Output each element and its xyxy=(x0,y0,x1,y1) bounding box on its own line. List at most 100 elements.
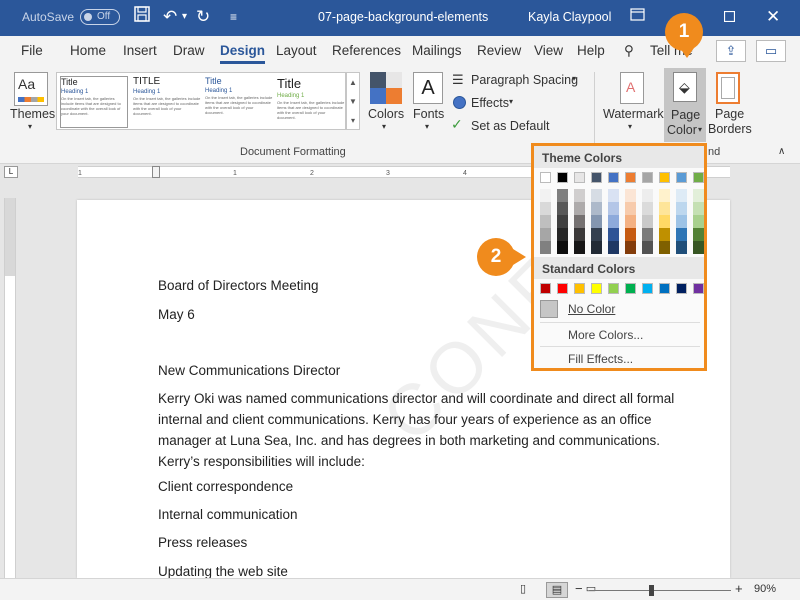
theme-shade-swatch[interactable] xyxy=(625,189,636,202)
theme-color-swatch[interactable] xyxy=(642,172,653,183)
theme-shade-swatch[interactable] xyxy=(591,202,602,215)
comments-button[interactable]: ▭ xyxy=(756,40,786,62)
fonts-icon[interactable]: A xyxy=(413,72,443,104)
theme-shade-swatch[interactable] xyxy=(591,241,602,254)
theme-shade-swatch[interactable] xyxy=(625,215,636,228)
zoom-slider-knob[interactable] xyxy=(649,585,654,596)
theme-color-swatch[interactable] xyxy=(557,172,568,183)
read-mode-icon[interactable]: ▯ xyxy=(512,582,534,598)
effects-button[interactable]: Effects xyxy=(471,96,509,110)
set-as-default-button[interactable]: Set as Default xyxy=(471,119,550,133)
standard-color-swatch[interactable] xyxy=(540,283,551,294)
save-icon[interactable] xyxy=(134,6,150,28)
gallery-scroll[interactable]: ▲ ▼ ▾ xyxy=(346,72,360,130)
style-thumbnail[interactable]: Title Heading 1 On the Insert tab, the g… xyxy=(277,76,345,128)
doc-list-item[interactable]: Internal communication xyxy=(158,504,688,525)
theme-shade-swatch[interactable] xyxy=(557,202,568,215)
theme-color-swatch[interactable] xyxy=(676,172,687,183)
theme-shade-swatch[interactable] xyxy=(591,189,602,202)
theme-shade-swatch[interactable] xyxy=(676,202,687,215)
theme-color-swatch[interactable] xyxy=(659,172,670,183)
theme-shade-swatch[interactable] xyxy=(540,241,551,254)
tab-draw[interactable]: Draw xyxy=(173,43,205,58)
doc-list-item[interactable]: Updating the web site xyxy=(158,561,688,578)
maximize-icon[interactable] xyxy=(723,6,736,28)
theme-shade-swatch[interactable] xyxy=(608,189,619,202)
watermark-dropdown-icon[interactable]: ▾ xyxy=(628,122,632,131)
tab-view[interactable]: View xyxy=(534,43,563,58)
paragraph-spacing-dropdown-icon[interactable]: ▾ xyxy=(572,74,576,83)
theme-color-swatch[interactable] xyxy=(591,172,602,183)
theme-shade-swatch[interactable] xyxy=(642,228,653,241)
theme-shade-swatch[interactable] xyxy=(642,241,653,254)
theme-shade-swatch[interactable] xyxy=(659,241,670,254)
effects-dropdown-icon[interactable]: ▾ xyxy=(509,97,513,106)
ribbon-display-options-icon[interactable] xyxy=(630,6,645,28)
autosave-toggle[interactable]: Off xyxy=(80,9,120,25)
standard-color-swatch[interactable] xyxy=(591,283,602,294)
doc-paragraph[interactable]: Kerry Oki was named communications direc… xyxy=(158,388,688,472)
theme-shade-swatch[interactable] xyxy=(574,228,585,241)
theme-shade-swatch[interactable] xyxy=(608,241,619,254)
theme-shade-swatch[interactable] xyxy=(693,241,704,254)
theme-shade-swatch[interactable] xyxy=(608,228,619,241)
theme-shade-swatch[interactable] xyxy=(557,215,568,228)
theme-shade-swatch[interactable] xyxy=(693,202,704,215)
theme-shade-swatch[interactable] xyxy=(540,215,551,228)
tab-review[interactable]: Review xyxy=(477,43,521,58)
theme-shade-swatch[interactable] xyxy=(659,215,670,228)
zoom-level[interactable]: 90% xyxy=(754,583,776,595)
colors-label[interactable]: Colors xyxy=(368,107,404,121)
theme-shade-swatch[interactable] xyxy=(574,189,585,202)
tab-layout[interactable]: Layout xyxy=(276,43,317,58)
theme-shade-swatch[interactable] xyxy=(591,215,602,228)
undo-icon[interactable]: ↶ xyxy=(163,6,177,28)
theme-color-swatch[interactable] xyxy=(574,172,585,183)
themes-icon[interactable]: Aa xyxy=(14,72,48,106)
standard-color-swatch[interactable] xyxy=(659,283,670,294)
tab-insert[interactable]: Insert xyxy=(123,43,157,58)
theme-shade-swatch[interactable] xyxy=(676,228,687,241)
paragraph-spacing-button[interactable]: Paragraph Spacing xyxy=(471,73,578,87)
lightbulb-search-icon[interactable]: ⚲ xyxy=(624,43,634,59)
theme-shade-swatch[interactable] xyxy=(676,189,687,202)
vertical-ruler[interactable] xyxy=(4,198,16,578)
standard-color-swatch[interactable] xyxy=(676,283,687,294)
theme-shade-swatch[interactable] xyxy=(591,228,602,241)
style-thumbnail[interactable]: Title Heading 1 On the Insert tab, the g… xyxy=(60,76,128,128)
theme-color-swatch[interactable] xyxy=(608,172,619,183)
paragraph-spacing-icon[interactable]: ☰ xyxy=(452,72,464,88)
collapse-ribbon-icon[interactable]: ∧ xyxy=(778,146,785,157)
indent-marker[interactable] xyxy=(152,166,160,178)
doc-list-item[interactable]: Press releases xyxy=(158,532,688,553)
theme-shade-swatch[interactable] xyxy=(625,241,636,254)
theme-shade-swatch[interactable] xyxy=(693,228,704,241)
theme-color-swatch[interactable] xyxy=(693,172,704,183)
theme-shade-swatch[interactable] xyxy=(625,228,636,241)
page-borders-label-line1[interactable]: Page xyxy=(715,107,744,121)
customize-quick-access-icon[interactable]: ≡ xyxy=(230,6,237,28)
theme-shade-swatch[interactable] xyxy=(625,202,636,215)
fonts-dropdown-icon[interactable]: ▾ xyxy=(425,122,429,131)
undo-dropdown-icon[interactable]: ▾ xyxy=(182,6,187,28)
effects-icon[interactable] xyxy=(453,96,466,109)
theme-shade-swatch[interactable] xyxy=(659,189,670,202)
tab-home[interactable]: Home xyxy=(70,43,106,58)
share-button[interactable]: ⇪ xyxy=(716,40,746,62)
themes-dropdown-icon[interactable]: ▾ xyxy=(28,122,32,131)
theme-shade-swatch[interactable] xyxy=(608,202,619,215)
standard-color-swatch[interactable] xyxy=(557,283,568,294)
close-icon[interactable]: ✕ xyxy=(766,6,780,28)
theme-shade-swatch[interactable] xyxy=(608,215,619,228)
watermark-icon[interactable]: A xyxy=(620,72,644,104)
theme-color-swatch[interactable] xyxy=(625,172,636,183)
zoom-out-button[interactable]: − xyxy=(575,581,583,596)
tab-help[interactable]: Help xyxy=(577,43,605,58)
theme-shade-swatch[interactable] xyxy=(574,241,585,254)
theme-shade-swatch[interactable] xyxy=(693,215,704,228)
theme-shade-swatch[interactable] xyxy=(642,215,653,228)
style-thumbnail[interactable]: Title Heading 1 On the Insert tab, the g… xyxy=(205,76,273,128)
zoom-in-button[interactable]: + xyxy=(735,581,743,596)
theme-shade-swatch[interactable] xyxy=(659,202,670,215)
tab-design[interactable]: Design xyxy=(220,43,266,64)
